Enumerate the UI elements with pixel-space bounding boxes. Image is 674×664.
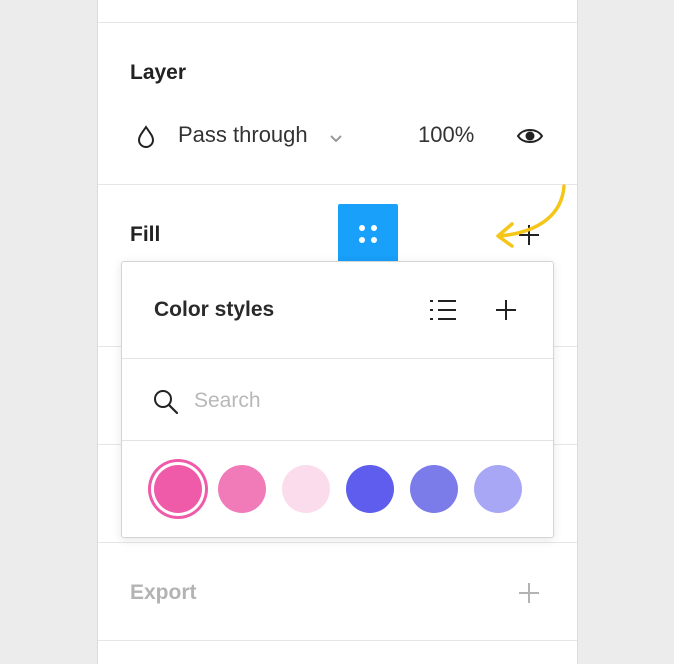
color-swatch[interactable] xyxy=(474,465,522,513)
chevron-down-icon xyxy=(329,131,343,149)
blend-mode-value: Pass through xyxy=(178,122,308,147)
annotation-arrow xyxy=(496,184,566,248)
divider xyxy=(98,542,577,543)
search-icon xyxy=(153,389,179,420)
search-input[interactable] xyxy=(194,386,494,416)
list-icon[interactable] xyxy=(429,298,457,327)
color-swatch[interactable] xyxy=(410,465,458,513)
style-grid-button[interactable] xyxy=(338,204,398,264)
color-styles-title: Color styles xyxy=(154,298,275,321)
divider xyxy=(98,640,577,641)
add-export-plus-icon[interactable] xyxy=(518,582,540,609)
eye-icon[interactable] xyxy=(516,124,544,153)
layer-section-title: Layer xyxy=(130,61,187,84)
fill-section-title: Fill xyxy=(130,223,161,246)
layer-row: Pass through 100% xyxy=(98,112,577,162)
color-swatch[interactable] xyxy=(154,465,202,513)
divider xyxy=(122,358,553,359)
color-swatch[interactable] xyxy=(282,465,330,513)
color-swatch[interactable] xyxy=(218,465,266,513)
color-swatch[interactable] xyxy=(346,465,394,513)
export-section-title: Export xyxy=(130,581,197,604)
divider xyxy=(98,22,577,23)
plus-icon[interactable] xyxy=(495,299,517,326)
blend-drop-icon xyxy=(136,124,156,153)
divider xyxy=(122,440,553,441)
opacity-field[interactable]: 100% xyxy=(418,122,474,148)
color-styles-popover: Color styles xyxy=(121,261,554,538)
